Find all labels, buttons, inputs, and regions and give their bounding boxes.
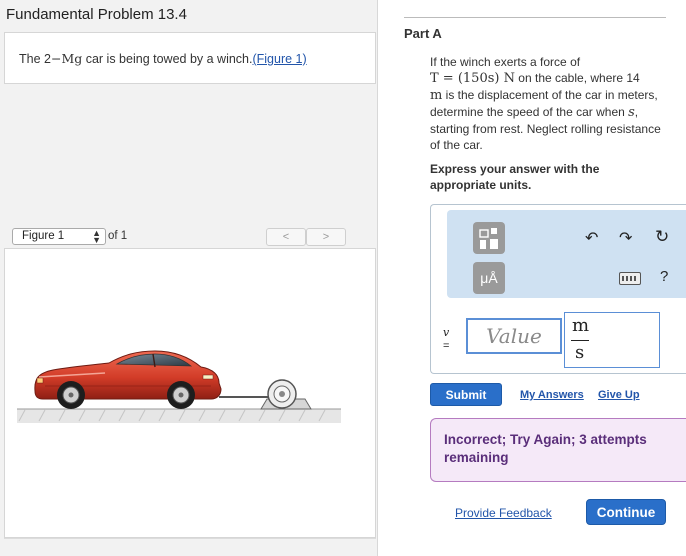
feedback-message: Incorrect; Try Again; 3 attempts remaini… bbox=[430, 418, 686, 482]
question-part-2: on the cable, where 14 bbox=[514, 71, 640, 85]
help-icon[interactable]: ? bbox=[660, 268, 668, 285]
variable-label: v bbox=[443, 326, 450, 339]
units-input[interactable]: m s bbox=[564, 312, 660, 368]
next-figure-button[interactable]: > bbox=[306, 228, 346, 246]
question-text: If the winch exerts a force of T = (150s)… bbox=[430, 54, 666, 153]
car-winch-illustration bbox=[17, 350, 341, 423]
prev-figure-button[interactable]: < bbox=[266, 228, 306, 246]
templates-glyph bbox=[479, 228, 498, 249]
continue-button[interactable]: Continue bbox=[586, 499, 666, 525]
figure-select-value: Figure 1 bbox=[22, 230, 65, 242]
give-up-link[interactable]: Give Up bbox=[598, 389, 640, 401]
winch bbox=[260, 379, 312, 410]
keyboard-icon[interactable] bbox=[619, 272, 641, 285]
value-input[interactable] bbox=[466, 318, 562, 354]
figure-select[interactable]: Figure 1 ▲ ▼ bbox=[12, 228, 106, 245]
math-toolbar: μÅ ↶ ↷ ↻ ? bbox=[447, 210, 686, 298]
templates-icon[interactable] bbox=[473, 222, 505, 254]
answer-instruction: Express your answer with the appropriate… bbox=[430, 162, 600, 192]
problem-title: Fundamental Problem 13.4 bbox=[6, 6, 187, 23]
left-footer bbox=[4, 538, 376, 556]
unit-fraction-bar bbox=[571, 340, 589, 341]
unit-denominator: s bbox=[575, 342, 585, 363]
divider bbox=[404, 17, 666, 18]
figure-link[interactable]: (Figure 1) bbox=[252, 52, 306, 66]
problem-text: The 2−Mg car is being towed by a winch.(… bbox=[19, 51, 307, 66]
problem-text-end: car is being towed by a winch. bbox=[82, 52, 253, 66]
figure-count: of 1 bbox=[108, 230, 128, 242]
reset-icon[interactable]: ↻ bbox=[655, 227, 669, 247]
question-part-1: If the winch exerts a force of bbox=[430, 55, 581, 69]
meter-unit: m bbox=[430, 88, 443, 103]
figure-frame bbox=[4, 248, 376, 538]
redo-icon[interactable]: ↷ bbox=[619, 228, 632, 248]
displacement-symbol: s bbox=[628, 105, 635, 120]
problem-panel: Fundamental Problem 13.4 The 2−Mg car is… bbox=[0, 0, 378, 556]
provide-feedback-link[interactable]: Provide Feedback bbox=[455, 506, 552, 520]
force-expression: T = (150s) N bbox=[430, 71, 515, 86]
units-button[interactable]: μÅ bbox=[473, 262, 505, 294]
question-part-3: is the displacement of the car in meters… bbox=[430, 88, 658, 119]
problem-text-start: The 2 bbox=[19, 52, 51, 66]
mass-unit: −Mg bbox=[50, 51, 83, 66]
problem-statement: The 2−Mg car is being towed by a winch.(… bbox=[4, 32, 376, 84]
car bbox=[34, 350, 222, 409]
feedback-text: Incorrect; Try Again; 3 attempts remaini… bbox=[444, 432, 647, 465]
select-arrows-icon: ▲ ▼ bbox=[92, 228, 101, 245]
my-answers-link[interactable]: My Answers bbox=[520, 389, 584, 401]
equals-label: = bbox=[443, 340, 450, 352]
undo-icon[interactable]: ↶ bbox=[585, 228, 598, 248]
unit-numerator: m bbox=[572, 315, 590, 336]
part-title: Part A bbox=[404, 26, 442, 41]
submit-button[interactable]: Submit bbox=[430, 383, 502, 406]
